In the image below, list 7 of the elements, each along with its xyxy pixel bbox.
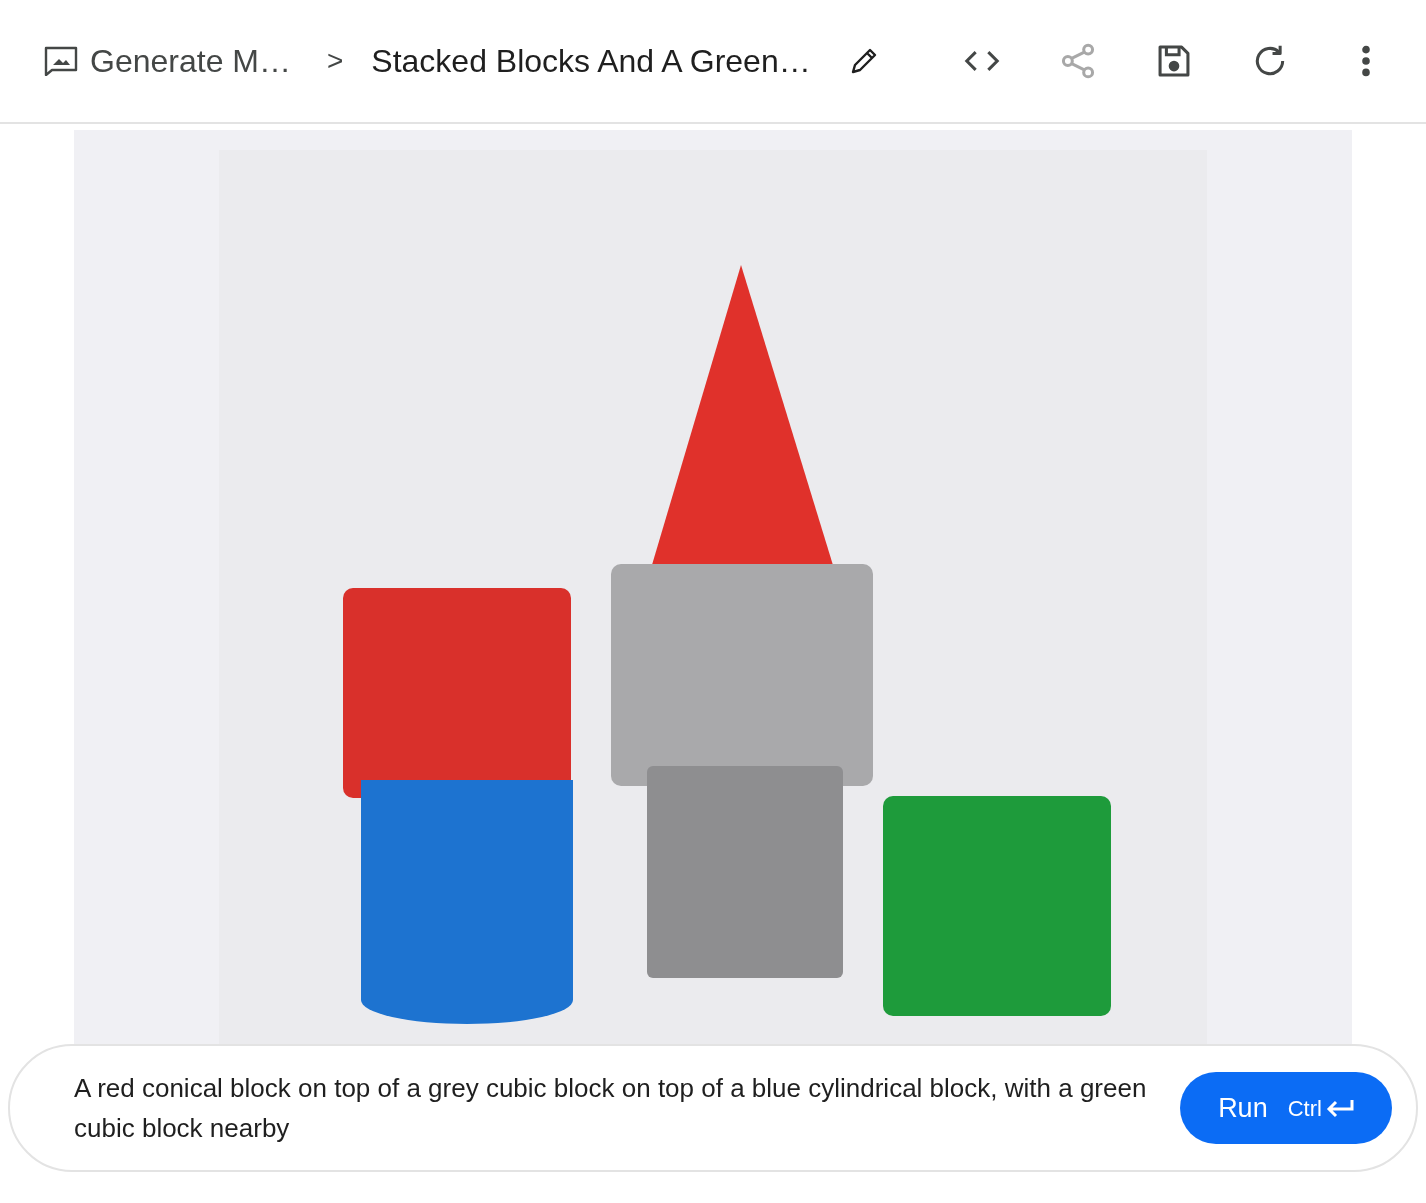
enter-icon <box>1325 1098 1354 1118</box>
page-title: Stacked Blocks And A Green… <box>371 42 811 81</box>
breadcrumb-separator: > <box>326 44 344 78</box>
prompt-field[interactable]: A red conical block on top of a grey cubic block on top of a blue cylindrical block, with a green cubic block nearby <box>74 1068 1180 1148</box>
run-button[interactable]: Run Ctrl <box>1180 1072 1392 1144</box>
breadcrumb-link[interactable]: Generate M… <box>90 37 291 85</box>
image-icon <box>44 46 78 76</box>
